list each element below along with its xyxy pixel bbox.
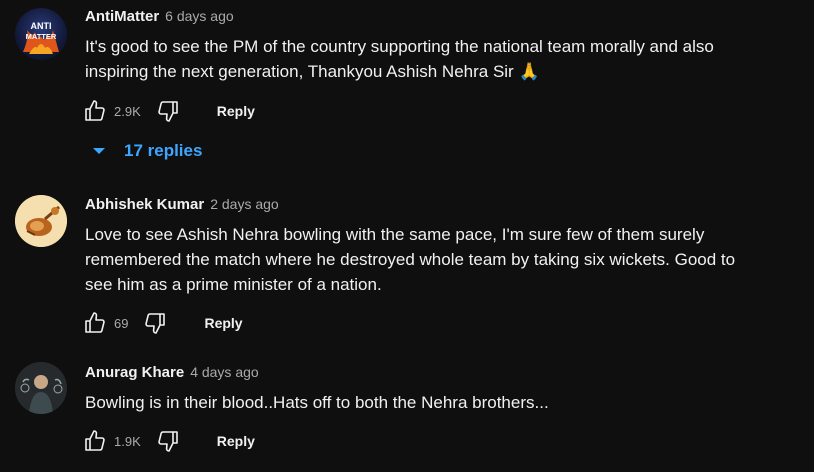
antimatter-logo-icon: ANTI MATTER bbox=[23, 21, 59, 54]
comment-body: AntiMatter 6 days ago It's good to see t… bbox=[85, 8, 774, 84]
comment-time[interactable]: 4 days ago bbox=[190, 364, 259, 380]
comment-text: Bowling is in their blood..Hats off to b… bbox=[85, 393, 549, 412]
avatar[interactable]: ANTI MATTER bbox=[15, 8, 67, 60]
comment-text: Love to see Ashish Nehra bowling with th… bbox=[85, 225, 736, 294]
author-name[interactable]: AntiMatter bbox=[85, 8, 159, 25]
svg-text:MATTER: MATTER bbox=[26, 32, 57, 41]
like-icon[interactable] bbox=[82, 428, 108, 454]
like-count: 69 bbox=[114, 315, 129, 331]
author-name[interactable]: Anurag Khare bbox=[85, 364, 184, 381]
comment-header: AntiMatter 6 days ago bbox=[85, 8, 774, 30]
reply-button[interactable]: Reply bbox=[217, 103, 255, 119]
caret-down-icon bbox=[93, 148, 105, 154]
comment-body: Abhishek Kumar 2 days ago Love to see As… bbox=[85, 196, 774, 297]
comment-actions: 2.9K Reply bbox=[82, 96, 255, 126]
like-icon[interactable] bbox=[82, 310, 108, 336]
veena-icon bbox=[15, 195, 67, 247]
like-icon[interactable] bbox=[82, 98, 108, 124]
comment-time[interactable]: 2 days ago bbox=[210, 196, 279, 212]
like-count: 1.9K bbox=[114, 433, 141, 449]
user-avatar-icon bbox=[15, 362, 67, 414]
reply-button[interactable]: Reply bbox=[217, 433, 255, 449]
view-replies-button[interactable]: 17 replies bbox=[90, 141, 202, 161]
replies-count: 17 replies bbox=[124, 141, 203, 160]
reply-button[interactable]: Reply bbox=[204, 315, 242, 331]
dislike-icon[interactable] bbox=[155, 98, 181, 124]
comment-actions: 69 Reply bbox=[82, 308, 243, 338]
avatar[interactable] bbox=[15, 195, 67, 247]
comment-header: Anurag Khare 4 days ago bbox=[85, 364, 774, 386]
comment-actions: 1.9K Reply bbox=[82, 426, 255, 456]
comment-body: Anurag Khare 4 days ago Bowling is in th… bbox=[85, 364, 774, 415]
like-count: 2.9K bbox=[114, 103, 141, 119]
comment-header: Abhishek Kumar 2 days ago bbox=[85, 196, 774, 218]
comment-time[interactable]: 6 days ago bbox=[165, 8, 234, 24]
comment-text: It's good to see the PM of the country s… bbox=[85, 37, 714, 81]
avatar[interactable] bbox=[15, 362, 67, 414]
dislike-icon[interactable] bbox=[155, 428, 181, 454]
dislike-icon[interactable] bbox=[142, 310, 168, 336]
svg-text:ANTI: ANTI bbox=[31, 21, 52, 31]
author-name[interactable]: Abhishek Kumar bbox=[85, 196, 204, 213]
